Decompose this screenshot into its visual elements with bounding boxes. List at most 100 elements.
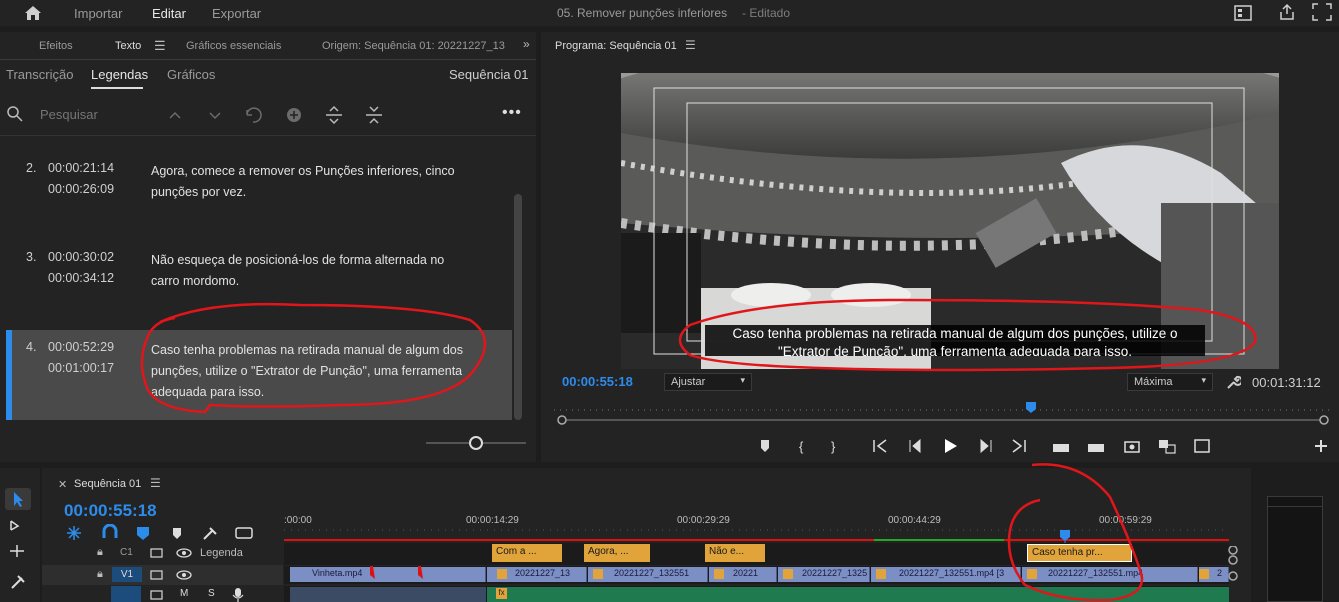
caption-text: Não esqueça de posicioná-los de forma al… (151, 253, 445, 288)
quick-export-icon[interactable] (1234, 5, 1252, 21)
track-target-v1[interactable]: V1 (112, 567, 142, 582)
panel-menu-icon[interactable]: ☰ (150, 476, 161, 490)
audio-clip[interactable] (290, 587, 486, 602)
caption-item[interactable]: 2. 00:00:21:14 00:00:26:09 Agora, comece… (6, 151, 512, 233)
track-header-a1: M S (42, 586, 283, 602)
step-back-icon (909, 438, 921, 454)
sync-lock-icon[interactable] (150, 589, 164, 601)
selection-indicator (6, 330, 12, 420)
track-end-icons (1228, 546, 1238, 581)
caption-in-time: 00:00:52:29 (48, 340, 115, 354)
next-icon (209, 112, 221, 120)
video-frame[interactable]: Caso tenha problemas na retirada manual … (621, 73, 1279, 369)
mark-in-icon: { (799, 439, 804, 454)
ruler-mark: 00:00:29:29 (677, 515, 730, 526)
wrench-icon[interactable] (1225, 374, 1241, 390)
subtitle-overlay: Caso tenha problemas na retirada manual … (705, 325, 1205, 356)
audio-meter-panel (1253, 468, 1339, 602)
caption-text: Caso tenha problemas na retirada manual … (151, 343, 463, 399)
tab-texto[interactable]: Texto (115, 40, 141, 52)
program-title: Programa: Sequência 01 (555, 40, 677, 52)
track-header-v1: 🔒︎ V1 (42, 565, 283, 585)
fullscreen-icon[interactable] (1312, 3, 1332, 21)
tab-efeitos[interactable]: Efeitos (39, 40, 73, 52)
subtab-legendas[interactable]: Legendas (91, 67, 148, 82)
captions-icon (235, 527, 253, 539)
timeline-ruler[interactable] (284, 526, 1229, 544)
nav-importar[interactable]: Importar (74, 6, 122, 21)
solo-button[interactable]: S (208, 588, 215, 599)
home-icon[interactable] (24, 5, 42, 21)
caption-item[interactable]: 3. 00:00:30:02 00:00:34:12 Não esqueça d… (6, 240, 512, 322)
selection-tool[interactable] (5, 488, 31, 510)
lock-icon[interactable]: 🔒︎ (97, 568, 103, 581)
overflow-icon[interactable]: » (523, 37, 530, 51)
subtab-transcricao[interactable]: Transcrição (6, 67, 73, 82)
program-duration: 00:01:31:12 (1252, 375, 1321, 390)
timeline-toolbar (67, 524, 253, 540)
fit-select-value: Ajustar (671, 376, 706, 388)
panel-menu-icon[interactable]: ☰ (685, 38, 696, 52)
extract-icon (1088, 444, 1104, 452)
playhead-marker (1026, 402, 1036, 413)
timeline-settings-icon (203, 527, 217, 540)
caption-clip-selected[interactable]: Caso tenha pr... (1027, 544, 1132, 562)
audio-clip[interactable] (487, 587, 1229, 602)
play-icon (945, 439, 957, 453)
tools-panel (0, 468, 40, 602)
timeline-title: Sequência 01 (74, 478, 142, 490)
tab-graficos-essenciais[interactable]: Gráficos essenciais (186, 40, 281, 52)
caption-number: 4. (26, 340, 37, 354)
caption-toolbar (169, 105, 382, 125)
mute-button[interactable]: M (180, 588, 188, 599)
tab-origem[interactable]: Origem: Sequência 01: 20221227_13 (322, 40, 527, 52)
caption-out-time: 00:00:26:09 (48, 182, 115, 196)
more-options-icon[interactable]: ••• (502, 104, 522, 122)
share-icon[interactable] (1278, 3, 1296, 21)
caption-clip[interactable]: Não e... (705, 544, 765, 562)
nav-exportar[interactable]: Exportar (212, 6, 261, 21)
nav-editar[interactable]: Editar (152, 6, 186, 21)
quality-select-value: Máxima (1134, 376, 1173, 388)
sync-lock-icon[interactable] (150, 547, 164, 559)
subtab-graficos[interactable]: Gráficos (167, 67, 215, 82)
caption-clip[interactable]: Com a ... (492, 544, 562, 562)
program-scrubber[interactable] (554, 400, 1339, 430)
panel-menu-icon[interactable]: ☰ (154, 38, 166, 54)
caption-item-selected[interactable]: 4. 00:00:52:29 00:01:00:17 Caso tenha pr… (6, 330, 512, 420)
go-to-in-icon (873, 439, 887, 453)
razor-tool[interactable] (8, 572, 28, 592)
quality-select[interactable]: Máxima ▾ (1127, 373, 1213, 391)
zoom-slider-handle[interactable] (469, 436, 483, 450)
track-target-a1[interactable] (111, 586, 141, 602)
scrollbar[interactable] (514, 194, 522, 420)
merge-icon (366, 106, 382, 124)
lock-icon[interactable]: 🔒︎ (97, 546, 103, 559)
linked-selection-icon (137, 527, 149, 540)
track-select-tool[interactable] (8, 518, 28, 568)
sync-lock-icon[interactable] (150, 569, 164, 581)
close-icon[interactable]: ✕ (58, 478, 67, 491)
nest-icon (67, 526, 81, 540)
search-input[interactable] (40, 104, 150, 124)
microphone-icon[interactable] (232, 588, 244, 602)
eye-icon[interactable] (176, 569, 192, 581)
ruler-mark: 00:00:14:29 (466, 515, 519, 526)
caption-clip[interactable]: Agora, ... (584, 544, 650, 562)
snap-icon (102, 524, 118, 538)
go-to-out-icon (1012, 439, 1026, 453)
caption-number: 2. (26, 161, 37, 175)
program-timecode[interactable]: 00:00:55:18 (562, 374, 633, 389)
caption-out-time: 00:01:00:17 (48, 361, 115, 375)
sequence-label: Sequência 01 (449, 67, 529, 82)
add-button-icon (1315, 440, 1327, 452)
track-label: C1 (120, 547, 133, 558)
chevron-down-icon: ▾ (740, 375, 745, 385)
fit-select[interactable]: Ajustar ▾ (664, 373, 752, 391)
transport-controls: { } (761, 438, 1327, 454)
eye-icon[interactable] (176, 547, 192, 559)
timeline-timecode[interactable]: 00:00:55:18 (64, 501, 157, 521)
caption-in-time: 00:00:30:02 (48, 250, 115, 264)
marker-icon (761, 440, 769, 452)
ruler-start: :00:00 (284, 515, 312, 526)
